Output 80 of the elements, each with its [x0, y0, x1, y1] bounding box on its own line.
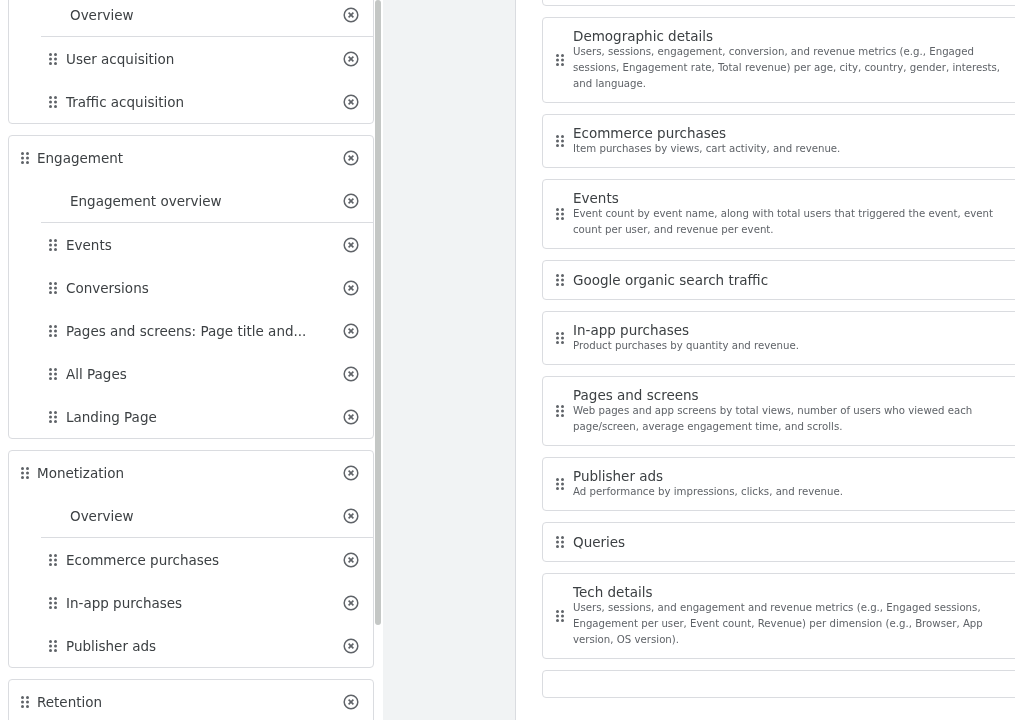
- report-description: Web pages and app screens by total views, number of users who viewed each page/screen, average engagement time, and scrolls.: [573, 404, 974, 434]
- report-item[interactable]: Pages and screens: Page title and...: [9, 309, 373, 352]
- remove-icon[interactable]: [343, 693, 359, 710]
- remove-icon[interactable]: [343, 50, 359, 67]
- report-title: Events: [573, 190, 620, 206]
- report-title: Ecommerce purchases: [573, 125, 728, 141]
- report-description: Item purchases by views, cart activity, and revenue.: [573, 142, 841, 156]
- remove-icon[interactable]: [343, 594, 359, 611]
- drag-handle-icon[interactable]: [49, 639, 57, 652]
- report-card[interactable]: In-app purchases Product purchases by quantity and revenue.: [542, 311, 1015, 365]
- report-item[interactable]: In-app purchases: [9, 581, 373, 624]
- report-item[interactable]: All Pages: [9, 352, 373, 395]
- report-card[interactable]: Tech details Users, sessions, and engagement and revenue metrics (e.g., Engaged sessions, Engagement per user, Event count, Revenue) per dimension (e.g., Browser, App version, OS version).: [542, 573, 1015, 659]
- report-description: Users, sessions, and engagement and revenue metrics (e.g., Engaged sessions, Engagement per user, Event count, Revenue) per dimension (e.g., Browser, App version, OS version).: [573, 601, 984, 647]
- remove-icon[interactable]: [343, 507, 359, 524]
- drag-handle-icon[interactable]: [556, 536, 564, 548]
- drag-handle-icon[interactable]: [49, 596, 57, 609]
- report-title: Google organic search traffic: [573, 272, 769, 288]
- drag-handle-icon[interactable]: [556, 405, 564, 417]
- drag-handle-icon[interactable]: [49, 553, 57, 566]
- report-description: Product purchases by quantity and revenue.: [573, 339, 800, 353]
- remove-icon[interactable]: [343, 464, 359, 481]
- drag-handle-icon[interactable]: [49, 52, 57, 65]
- remove-icon[interactable]: [343, 6, 359, 23]
- remove-icon[interactable]: [343, 322, 359, 339]
- remove-icon[interactable]: [343, 236, 359, 253]
- report-description: Users, sessions, engagement, conversion, and revenue metrics (e.g., Engaged sessions, Engagement rate, Total revenue) per age, city, country, gender, interests, and language.: [573, 45, 1002, 91]
- drag-handle-icon[interactable]: [21, 151, 29, 164]
- drag-handle-icon[interactable]: [49, 324, 57, 337]
- drag-handle-icon[interactable]: [49, 95, 57, 108]
- report-item[interactable]: Publisher ads: [9, 624, 373, 667]
- topic-header[interactable]: Retention: [9, 680, 373, 720]
- report-title: Publisher ads: [573, 468, 665, 484]
- drag-handle-icon[interactable]: [556, 274, 564, 286]
- report-card[interactable]: Ecommerce purchases Item purchases by views, cart activity, and revenue.: [542, 114, 1015, 168]
- drag-handle-icon[interactable]: [556, 478, 564, 490]
- report-title: Tech details: [573, 584, 654, 600]
- remove-icon[interactable]: [343, 279, 359, 296]
- drag-handle-icon[interactable]: [49, 410, 57, 423]
- remove-icon[interactable]: [343, 551, 359, 568]
- report-item[interactable]: Ecommerce purchases: [9, 538, 373, 581]
- drag-handle-icon[interactable]: [556, 610, 564, 622]
- report-item[interactable]: Traffic acquisition: [9, 80, 373, 123]
- report-card[interactable]: Publisher ads Ad performance by impressions, clicks, and revenue.: [542, 457, 1015, 511]
- remove-icon[interactable]: [343, 365, 359, 382]
- report-title: In-app purchases: [573, 322, 691, 338]
- drag-handle-icon[interactable]: [21, 695, 29, 708]
- topic-header[interactable]: Monetization: [9, 451, 373, 494]
- report-item[interactable]: Conversions: [9, 266, 373, 309]
- report-description: Ad performance by impressions, clicks, and revenue.: [573, 485, 843, 499]
- drag-handle-icon[interactable]: [556, 332, 564, 344]
- report-card[interactable]: Events Event count by event name, along with total users that triggered the event, event count per user, and revenue per event.: [542, 179, 1015, 249]
- report-card[interactable]: Pages and screens Web pages and app screens by total views, number of users who viewed each page/screen, average engagement time, and scrolls.: [542, 376, 1015, 446]
- report-title: Queries: [573, 534, 626, 550]
- remove-icon[interactable]: [343, 93, 359, 110]
- report-item[interactable]: Engagement overview: [41, 179, 373, 222]
- report-item[interactable]: Landing Page: [9, 395, 373, 438]
- report-item[interactable]: Overview: [41, 0, 373, 36]
- remove-icon[interactable]: [343, 637, 359, 654]
- report-title: Demographic details: [573, 28, 715, 44]
- report-item[interactable]: Overview: [41, 494, 373, 537]
- drag-handle-icon[interactable]: [49, 367, 57, 380]
- report-item[interactable]: User acquisition: [9, 37, 373, 80]
- report-item[interactable]: Events: [9, 223, 373, 266]
- remove-icon[interactable]: [343, 408, 359, 425]
- report-card[interactable]: Demographic details Users, sessions, engagement, conversion, and revenue metrics (e.g., Engaged sessions, Engagement rate, Total revenue) per age, city, country, gender, interests, and language.: [542, 17, 1015, 103]
- drag-handle-icon[interactable]: [556, 135, 564, 147]
- remove-icon[interactable]: [343, 149, 359, 166]
- topic-header[interactable]: Engagement: [9, 136, 373, 179]
- drag-handle-icon[interactable]: [21, 466, 29, 479]
- remove-icon[interactable]: [343, 192, 359, 209]
- drag-handle-icon[interactable]: [556, 54, 564, 66]
- drag-handle-icon[interactable]: [556, 208, 564, 220]
- report-title: Pages and screens: [573, 387, 700, 403]
- report-description: Event count by event name, along with total users that triggered the event, event count per user, and revenue per event.: [573, 207, 994, 237]
- drag-handle-icon[interactable]: [49, 238, 57, 251]
- report-card[interactable]: Google organic search traffic: [542, 260, 1015, 300]
- scrollbar-thumb[interactable]: [375, 0, 381, 625]
- drag-handle-icon[interactable]: [49, 281, 57, 294]
- report-card[interactable]: Queries: [542, 522, 1015, 562]
